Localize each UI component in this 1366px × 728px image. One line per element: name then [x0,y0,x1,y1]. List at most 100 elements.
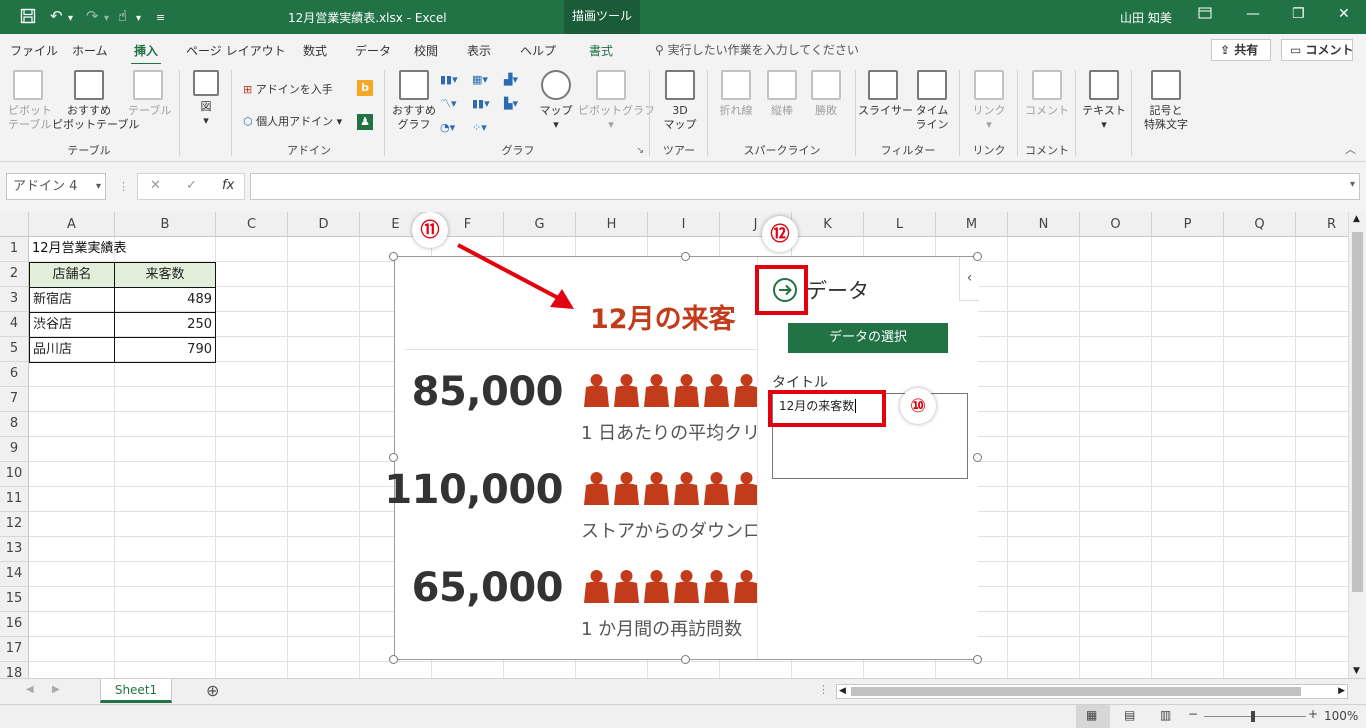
page-break-view-icon[interactable]: ▥ [1160,708,1171,722]
column-header[interactable]: D [288,212,360,237]
table-cell-store[interactable]: 新宿店 [29,287,115,313]
hscroll-thumb[interactable] [851,687,1301,696]
split-grip-icon[interactable]: ⋮ [818,683,829,696]
figure-button[interactable]: 図 ▾ [189,68,223,128]
resize-handle[interactable] [389,655,398,664]
recommended-charts-button[interactable]: おすすめ グラフ [392,68,436,132]
dialog-launcher-icon[interactable]: ↘ [636,146,644,156]
3d-map-button[interactable]: 3D マップ [660,68,700,132]
row-header[interactable]: 7 [0,387,29,412]
enter-icon[interactable]: ✓ [186,178,197,193]
scroll-right-icon[interactable]: ▶ [1338,685,1345,698]
formula-input[interactable]: ▾ [250,173,1360,200]
row-header[interactable]: 10 [0,462,29,487]
resize-handle[interactable] [389,252,398,261]
user-name[interactable]: 山田 知美 [1120,9,1172,26]
scroll-thumb[interactable] [1352,232,1363,592]
table-cell-visitors[interactable]: 790 [114,337,216,363]
recommended-pivot-button[interactable]: おすすめ ピボットテーブル [52,68,139,132]
tab-formulas[interactable]: 数式 [303,42,327,59]
scatter-chart-icon[interactable]: ⁘▾ [472,120,487,136]
map-chart-button[interactable]: マップ ▾ [538,68,574,132]
table-cell-visitors[interactable]: 489 [114,287,216,313]
timeline-button[interactable]: タイム ライン [912,68,952,132]
tab-review[interactable]: 校閲 [414,42,438,59]
tab-view[interactable]: 表示 [467,42,491,59]
tab-home[interactable]: ホーム [72,42,108,59]
infographic-title[interactable]: 12月の来客 [590,297,756,336]
zoom-out-icon[interactable]: − [1188,707,1198,721]
row-header[interactable]: 4 [0,312,29,337]
vertical-scrollbar[interactable]: ▲ ▼ [1348,212,1366,678]
resize-handle[interactable] [681,655,690,664]
column-header[interactable]: Q [1224,212,1296,237]
tab-data[interactable]: データ [355,42,391,59]
zoom-in-icon[interactable]: + [1308,707,1318,721]
combo-chart-icon[interactable]: ▙▾ [504,96,518,112]
ribbon-display-icon[interactable] [1198,6,1212,24]
row-header[interactable]: 1 [0,237,29,262]
table-cell-visitors[interactable]: 250 [114,312,216,338]
slicer-button[interactable]: スライサー [858,68,913,118]
row-header[interactable]: 17 [0,637,29,662]
row-header[interactable]: 5 [0,337,29,362]
cancel-icon[interactable]: ✕ [150,178,161,193]
expand-formula-icon[interactable]: ▾ [1350,179,1355,190]
insert-function-icon[interactable]: fx [222,178,234,193]
my-addins-button[interactable]: ⬡ 個人用アドイン ▾ [243,114,342,130]
customize-qat-icon[interactable]: ≡ [156,10,165,26]
row-header[interactable]: 11 [0,487,29,512]
undo-dropdown-icon[interactable]: ▾ [68,11,73,27]
worksheet-grid[interactable]: ABCDEFGHIJKLMNOPQR 1 2 3 4 5 6 7 8 9 10 11 12 13 14 15… [0,212,1366,678]
column-header[interactable]: I [648,212,720,237]
restore-icon[interactable]: ❐ [1292,6,1305,22]
table-header-visitors[interactable]: 来客数 [114,262,216,288]
column-header[interactable]: B [115,212,216,237]
normal-view-icon[interactable]: ▦ [1086,708,1097,722]
comments-button[interactable]: ▭ コメント [1281,39,1354,61]
resize-handle[interactable] [973,252,982,261]
line-chart-icon[interactable]: 〽▾ [440,96,457,112]
cell-a1[interactable]: 12月営業実績表 [32,237,127,261]
zoom-slider-thumb[interactable] [1251,711,1255,722]
statistic-chart-icon[interactable]: ▮▮▾ [472,96,490,112]
pie-chart-icon[interactable]: ◔▾ [440,120,455,136]
name-box-dropdown-icon[interactable]: ▾ [96,174,101,199]
save-icon[interactable] [20,8,36,27]
prev-sheet-icon[interactable]: ◀ [26,684,34,695]
people-graph-icon[interactable]: ♟ [357,114,373,130]
hierarchy-chart-icon[interactable]: ▦▾ [472,72,488,88]
column-header[interactable]: G [504,212,576,237]
column-header[interactable]: L [864,212,936,237]
touch-mode-icon[interactable]: ☝ [118,8,127,24]
sheet-tab[interactable]: Sheet1 [100,679,172,703]
tab-format[interactable]: 書式 [589,42,613,59]
select-all-corner[interactable] [0,212,29,237]
undo-icon[interactable]: ↶ [50,8,63,24]
column-header[interactable]: H [576,212,648,237]
row-header[interactable]: 3 [0,287,29,312]
table-cell-store[interactable]: 渋谷店 [29,312,115,338]
share-button[interactable]: ⇪ 共有 [1211,39,1271,61]
resize-handle[interactable] [681,252,690,261]
symbols-button[interactable]: 記号と 特殊文字 [1134,68,1198,132]
collapse-ribbon-icon[interactable]: ︿ [1345,141,1356,157]
row-header[interactable]: 6 [0,362,29,387]
page-layout-view-icon[interactable]: ▤ [1124,708,1135,722]
tab-insert[interactable]: 挿入 [130,42,162,66]
table-header-store[interactable]: 店舗名 [29,262,115,288]
text-button[interactable]: テキスト ▾ [1082,68,1126,132]
scroll-down-icon[interactable]: ▼ [1353,666,1360,676]
column-header[interactable]: C [216,212,288,237]
minimize-icon[interactable]: — [1246,6,1260,22]
close-icon[interactable]: ✕ [1338,6,1350,22]
column-header[interactable]: A [29,212,115,237]
column-header[interactable]: M [936,212,1008,237]
table-cell-store[interactable]: 品川店 [29,337,115,363]
column-chart-icon[interactable]: ▮▮▾ [440,72,458,88]
resize-handle[interactable] [973,655,982,664]
scroll-up-icon[interactable]: ▲ [1353,214,1360,224]
row-header[interactable]: 16 [0,612,29,637]
row-header[interactable]: 12 [0,512,29,537]
column-header[interactable]: N [1008,212,1080,237]
